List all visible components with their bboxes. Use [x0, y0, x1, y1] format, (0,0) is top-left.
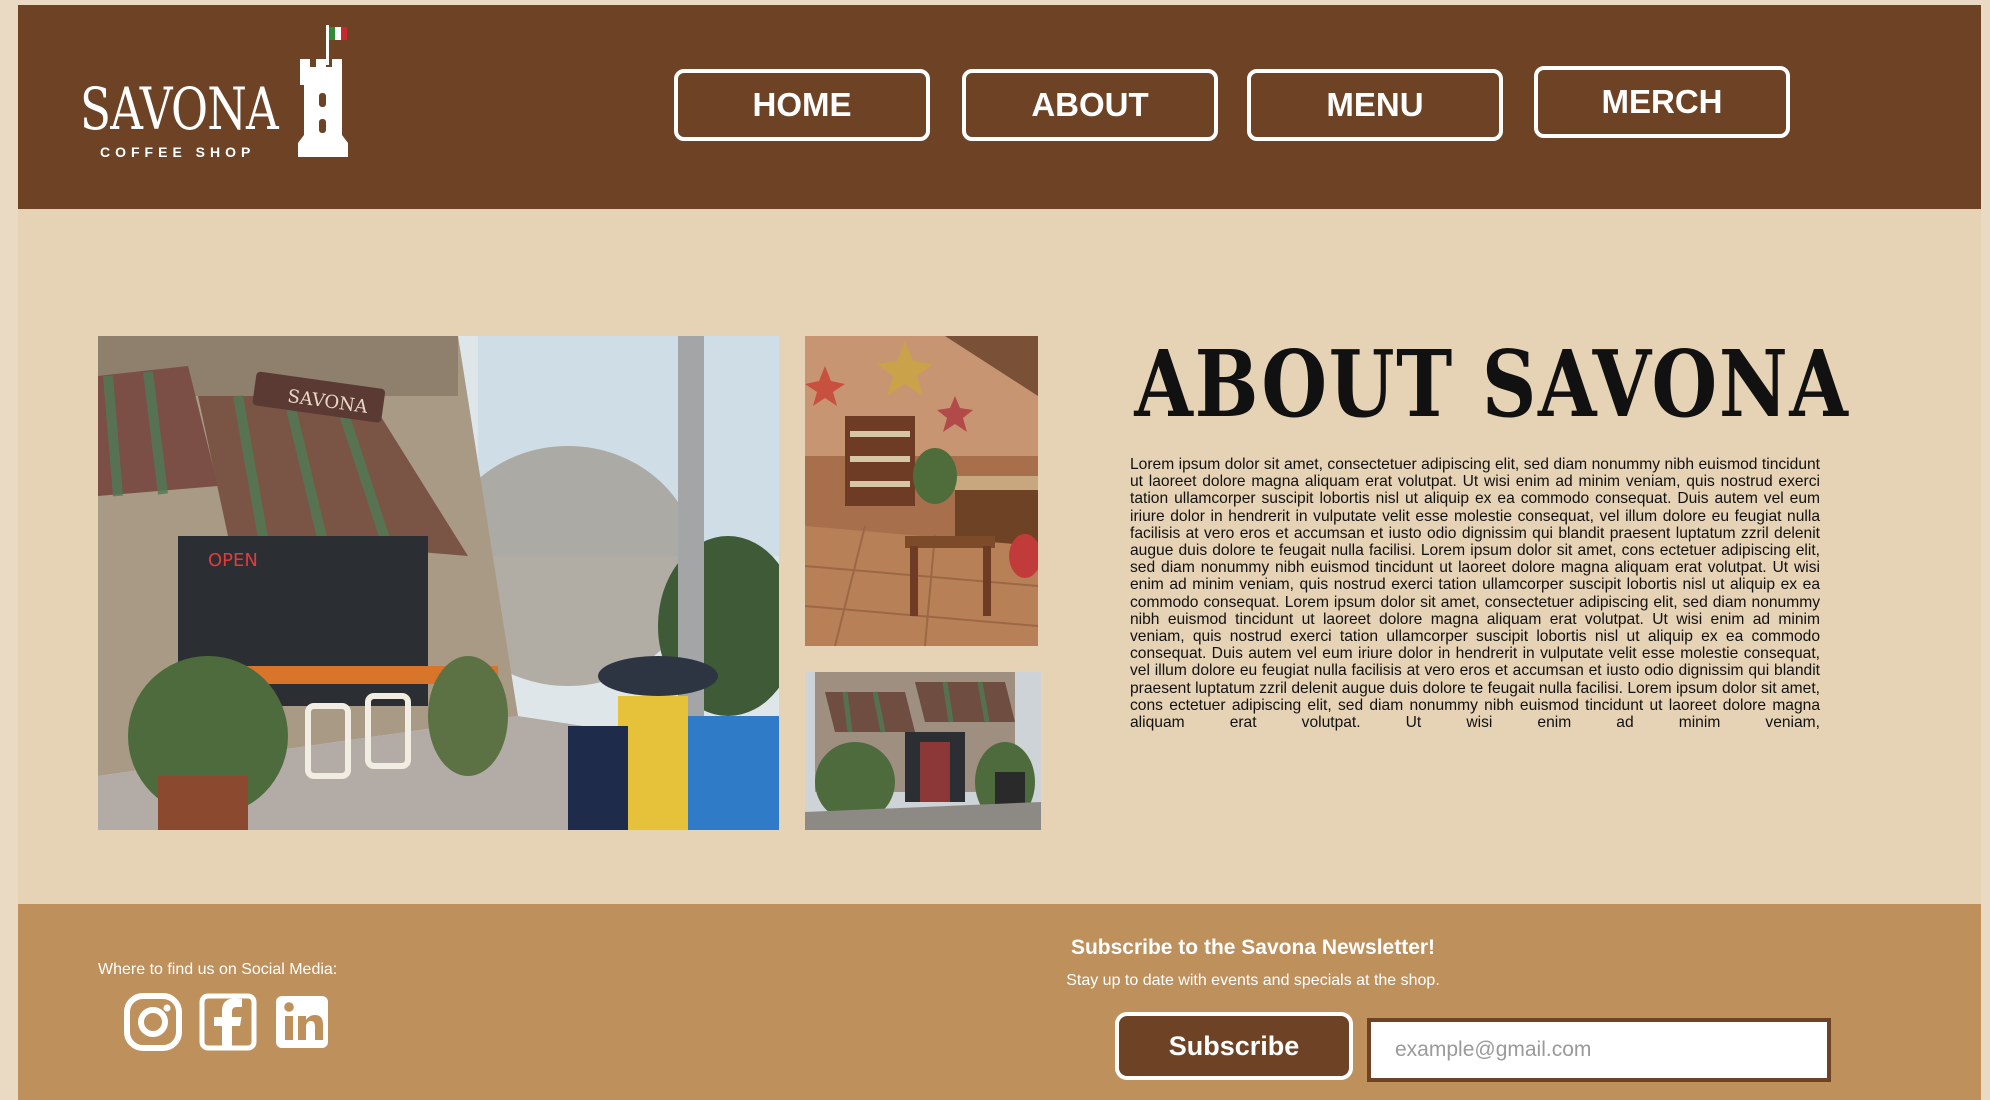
email-field[interactable]	[1367, 1018, 1831, 1082]
tower-icon	[298, 25, 348, 157]
instagram-icon[interactable]	[123, 992, 183, 1052]
nav-about-button[interactable]: ABOUT	[962, 69, 1218, 141]
logo-tagline: COFFEE SHOP	[100, 144, 256, 160]
social-media-label: Where to find us on Social Media:	[98, 961, 338, 978]
about-body-text: Lorem ipsum dolor sit amet, consectetuer…	[1130, 456, 1820, 732]
newsletter-title: Subscribe to the Savona Newsletter!	[1070, 936, 1436, 959]
logo-wordmark: SAVONA	[80, 75, 279, 143]
subscribe-button[interactable]: Subscribe	[1115, 1012, 1353, 1080]
nav-merch-button[interactable]: MERCH	[1534, 66, 1790, 138]
newsletter-subtitle: Stay up to date with events and specials…	[1066, 972, 1440, 989]
about-heading: ABOUT SAVONA	[1134, 330, 1850, 438]
open-sign-text: OPEN	[208, 550, 258, 571]
nav-home-button[interactable]: HOME	[674, 69, 930, 141]
facebook-icon[interactable]	[198, 992, 258, 1052]
savona-logo[interactable]: SAVONA COFFEE SHOP	[76, 23, 366, 163]
exterior-photo	[805, 672, 1041, 830]
interior-photo	[805, 336, 1038, 646]
storefront-photo: SAVONA OPEN	[98, 336, 779, 830]
linkedin-icon[interactable]	[272, 992, 332, 1052]
site-footer: Where to find us on Social Media: Subscr…	[18, 904, 1981, 1100]
page: SAVONA COFFEE SHOP HOME ABOUT MENU MERCH	[18, 5, 1981, 1100]
site-header: SAVONA COFFEE SHOP HOME ABOUT MENU MERCH	[18, 5, 1981, 209]
nav-menu-button[interactable]: MENU	[1247, 69, 1503, 141]
